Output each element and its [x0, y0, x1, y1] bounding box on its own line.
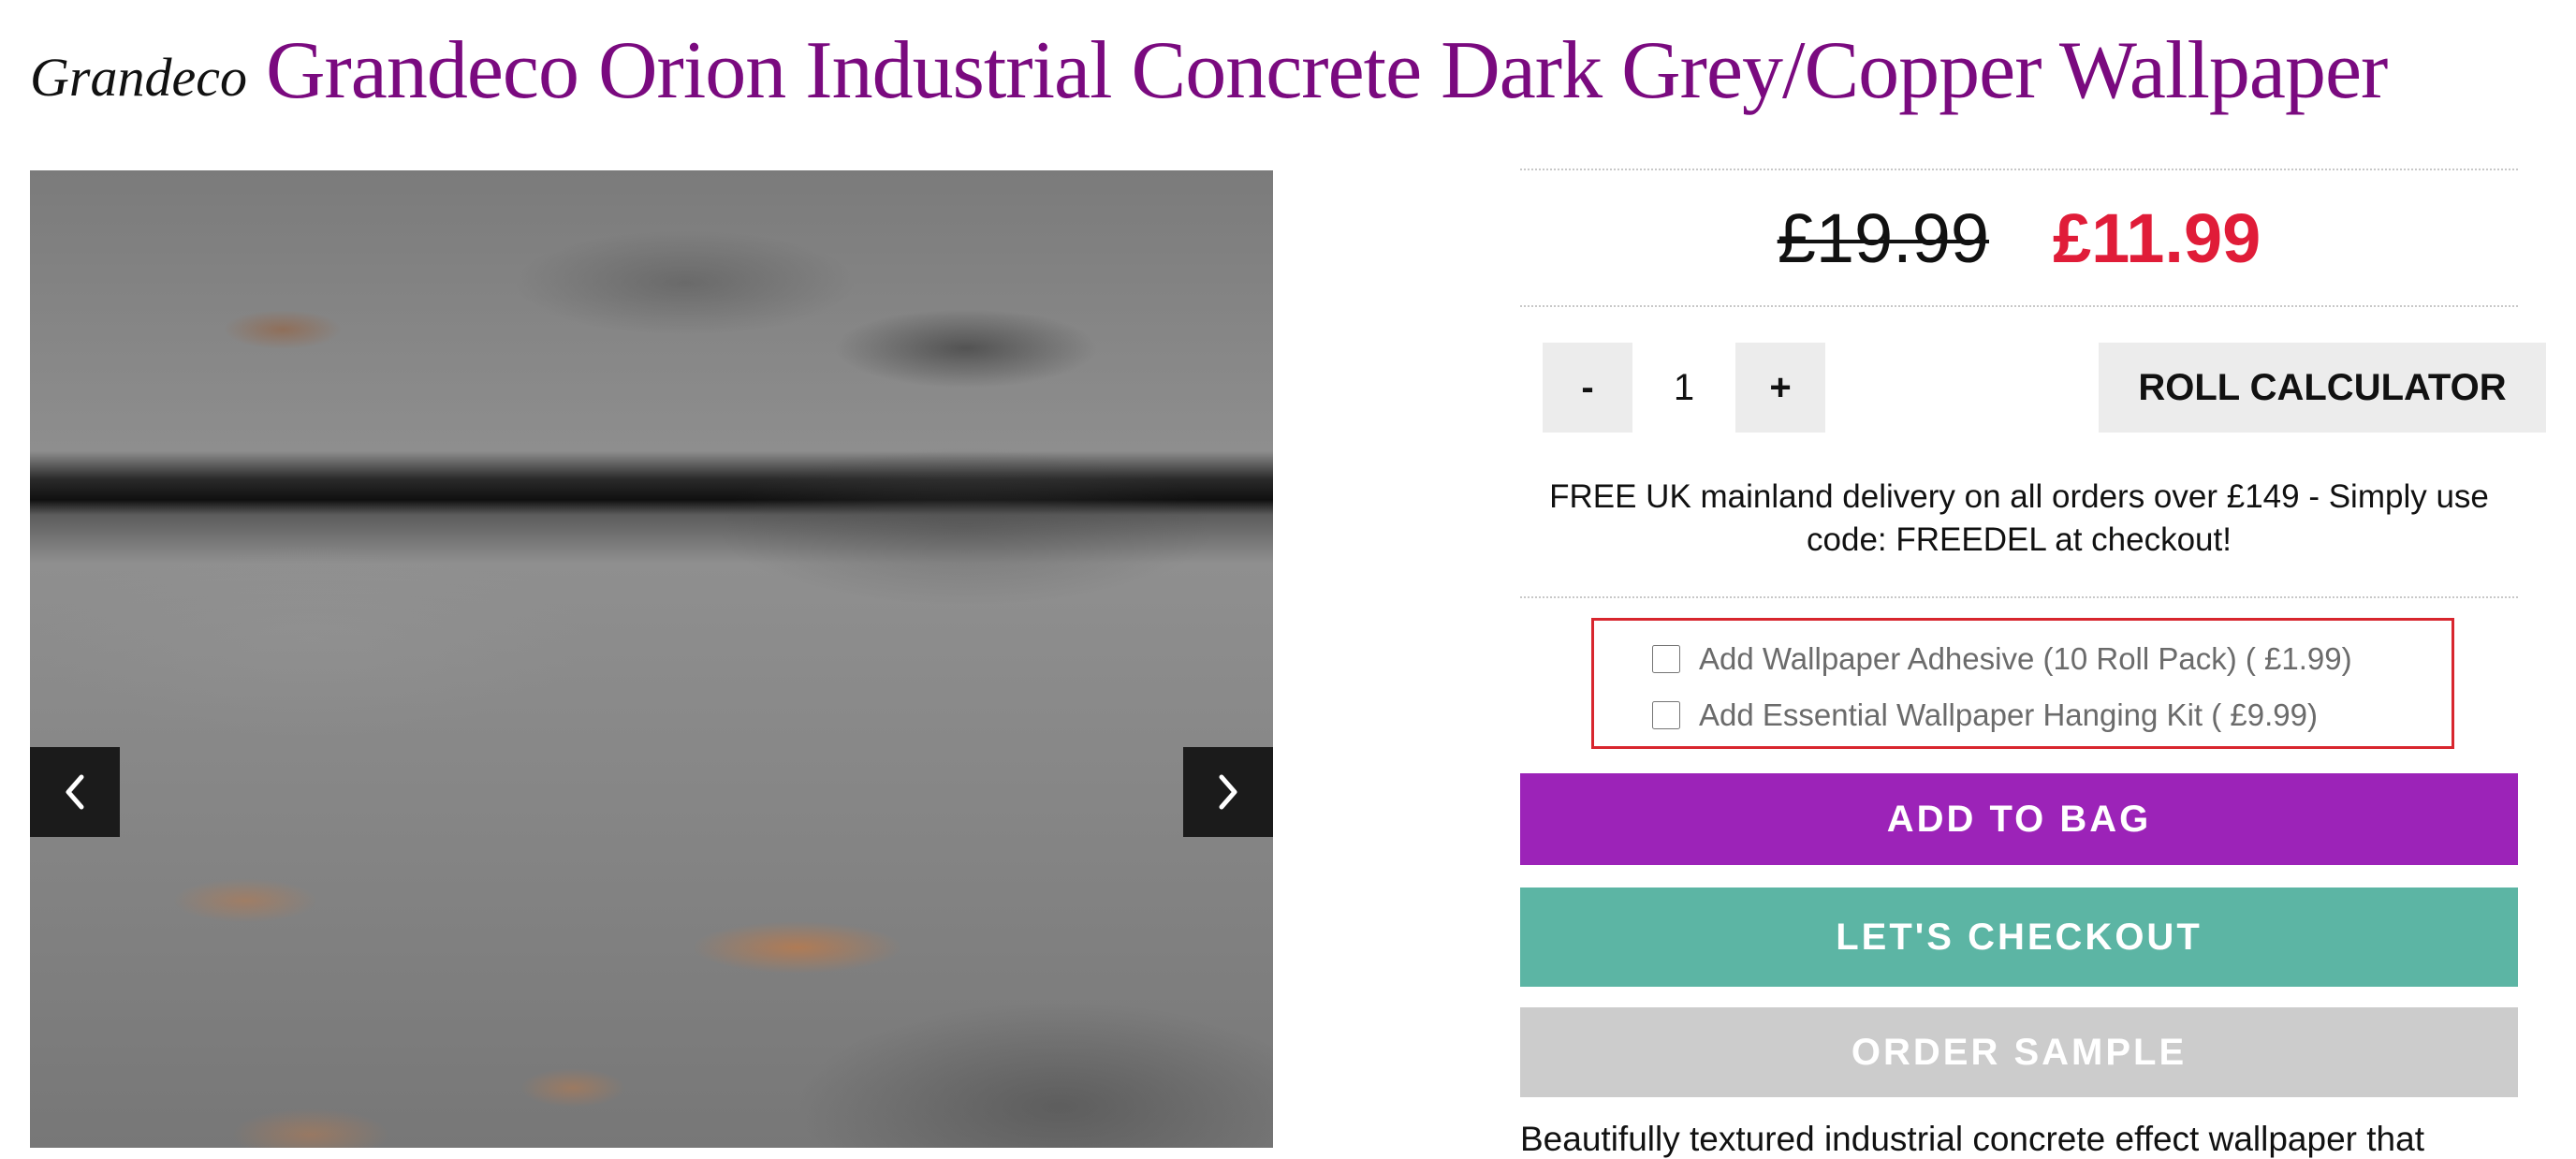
order-sample-button[interactable]: ORDER SAMPLE	[1520, 1007, 2518, 1097]
original-price: £19.99	[1777, 198, 1990, 277]
addon-adhesive-label: Add Wallpaper Adhesive (10 Roll Pack) ( …	[1699, 641, 2352, 676]
addon-hanging-kit-label: Add Essential Wallpaper Hanging Kit ( £9…	[1699, 697, 2318, 732]
chevron-left-icon	[66, 774, 84, 810]
add-to-bag-button[interactable]: ADD TO BAG	[1520, 773, 2518, 865]
addon-hanging-kit-checkbox[interactable]	[1652, 701, 1680, 729]
chevron-right-icon	[1219, 774, 1237, 810]
brand-name: Grandeco	[30, 46, 247, 108]
price-box: £19.99 £11.99	[1520, 169, 2518, 307]
sale-price: £11.99	[2053, 198, 2261, 277]
divider	[1520, 596, 2518, 598]
delivery-notice: FREE UK mainland delivery on all orders …	[1520, 476, 2518, 562]
product-header: Grandeco Grandeco Orion Industrial Concr…	[30, 0, 2388, 140]
addon-options: Add Wallpaper Adhesive (10 Roll Pack) ( …	[1591, 618, 2454, 749]
delivery-line-1: FREE UK mainland delivery on all orders …	[1549, 478, 2489, 515]
addon-adhesive-checkbox[interactable]	[1652, 645, 1680, 673]
checkout-button[interactable]: LET'S CHECKOUT	[1520, 888, 2518, 987]
quantity-increase-button[interactable]: +	[1735, 343, 1825, 433]
product-description: Beautifully textured industrial concrete…	[1520, 1120, 2424, 1158]
product-title: Grandeco Orion Industrial Concrete Dark …	[265, 24, 2388, 116]
roll-calculator-button[interactable]: ROLL CALCULATOR	[2099, 343, 2546, 433]
gallery-next-button[interactable]	[1183, 747, 1273, 837]
addon-hanging-kit[interactable]: Add Essential Wallpaper Hanging Kit ( £9…	[1652, 697, 2318, 733]
gallery-prev-button[interactable]	[30, 747, 120, 837]
quantity-input[interactable]	[1632, 343, 1735, 433]
quantity-decrease-button[interactable]: -	[1543, 343, 1632, 433]
addon-adhesive[interactable]: Add Wallpaper Adhesive (10 Roll Pack) ( …	[1652, 641, 2352, 677]
delivery-line-2: code: FREEDEL at checkout!	[1807, 521, 2232, 558]
product-image-gallery	[30, 170, 1273, 1148]
